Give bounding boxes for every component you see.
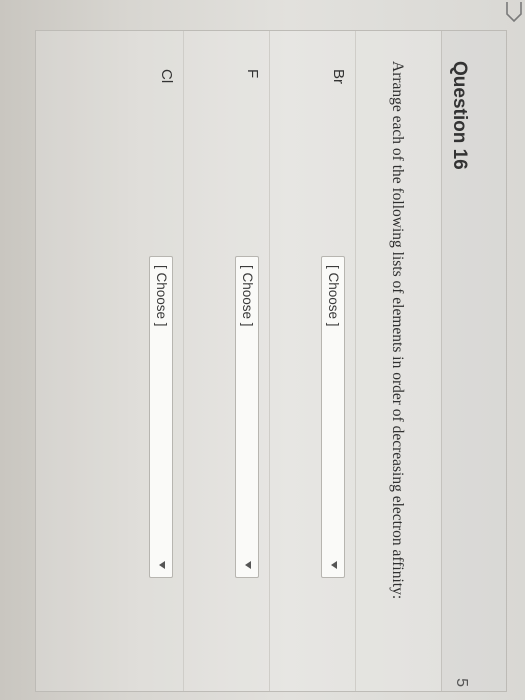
triangle-down-icon — [331, 561, 337, 569]
select-value: [ Choose ] — [326, 265, 341, 327]
question-title: Question 16 — [449, 61, 470, 170]
choose-select-cl[interactable]: [ Choose ] — [149, 256, 173, 578]
select-value: [ Choose ] — [154, 265, 169, 327]
arrow-outline-icon — [506, 2, 522, 23]
question-card: Question 16 5 Arrange each of the follow… — [35, 30, 507, 692]
question-header: Question 16 5 — [441, 31, 506, 691]
row-label: Br — [330, 69, 347, 84]
triangle-down-icon — [159, 561, 165, 569]
answer-row-cl: Cl [ Choose ] — [97, 31, 184, 691]
answer-row-br: Br [ Choose ] — [269, 31, 356, 691]
screen: Question 16 5 Arrange each of the follow… — [0, 0, 525, 700]
triangle-down-icon — [245, 561, 251, 569]
question-prompt: Arrange each of the following lists of e… — [389, 61, 406, 600]
rotated-quiz-view: Question 16 5 Arrange each of the follow… — [0, 0, 525, 700]
row-label: F — [244, 69, 261, 79]
answer-row-f: F [ Choose ] — [183, 31, 270, 691]
choose-select-f[interactable]: [ Choose ] — [235, 256, 259, 578]
choose-select-br[interactable]: [ Choose ] — [321, 256, 345, 578]
row-label: Cl — [158, 69, 175, 84]
question-points: 5 — [453, 678, 470, 687]
select-value: [ Choose ] — [240, 265, 255, 327]
